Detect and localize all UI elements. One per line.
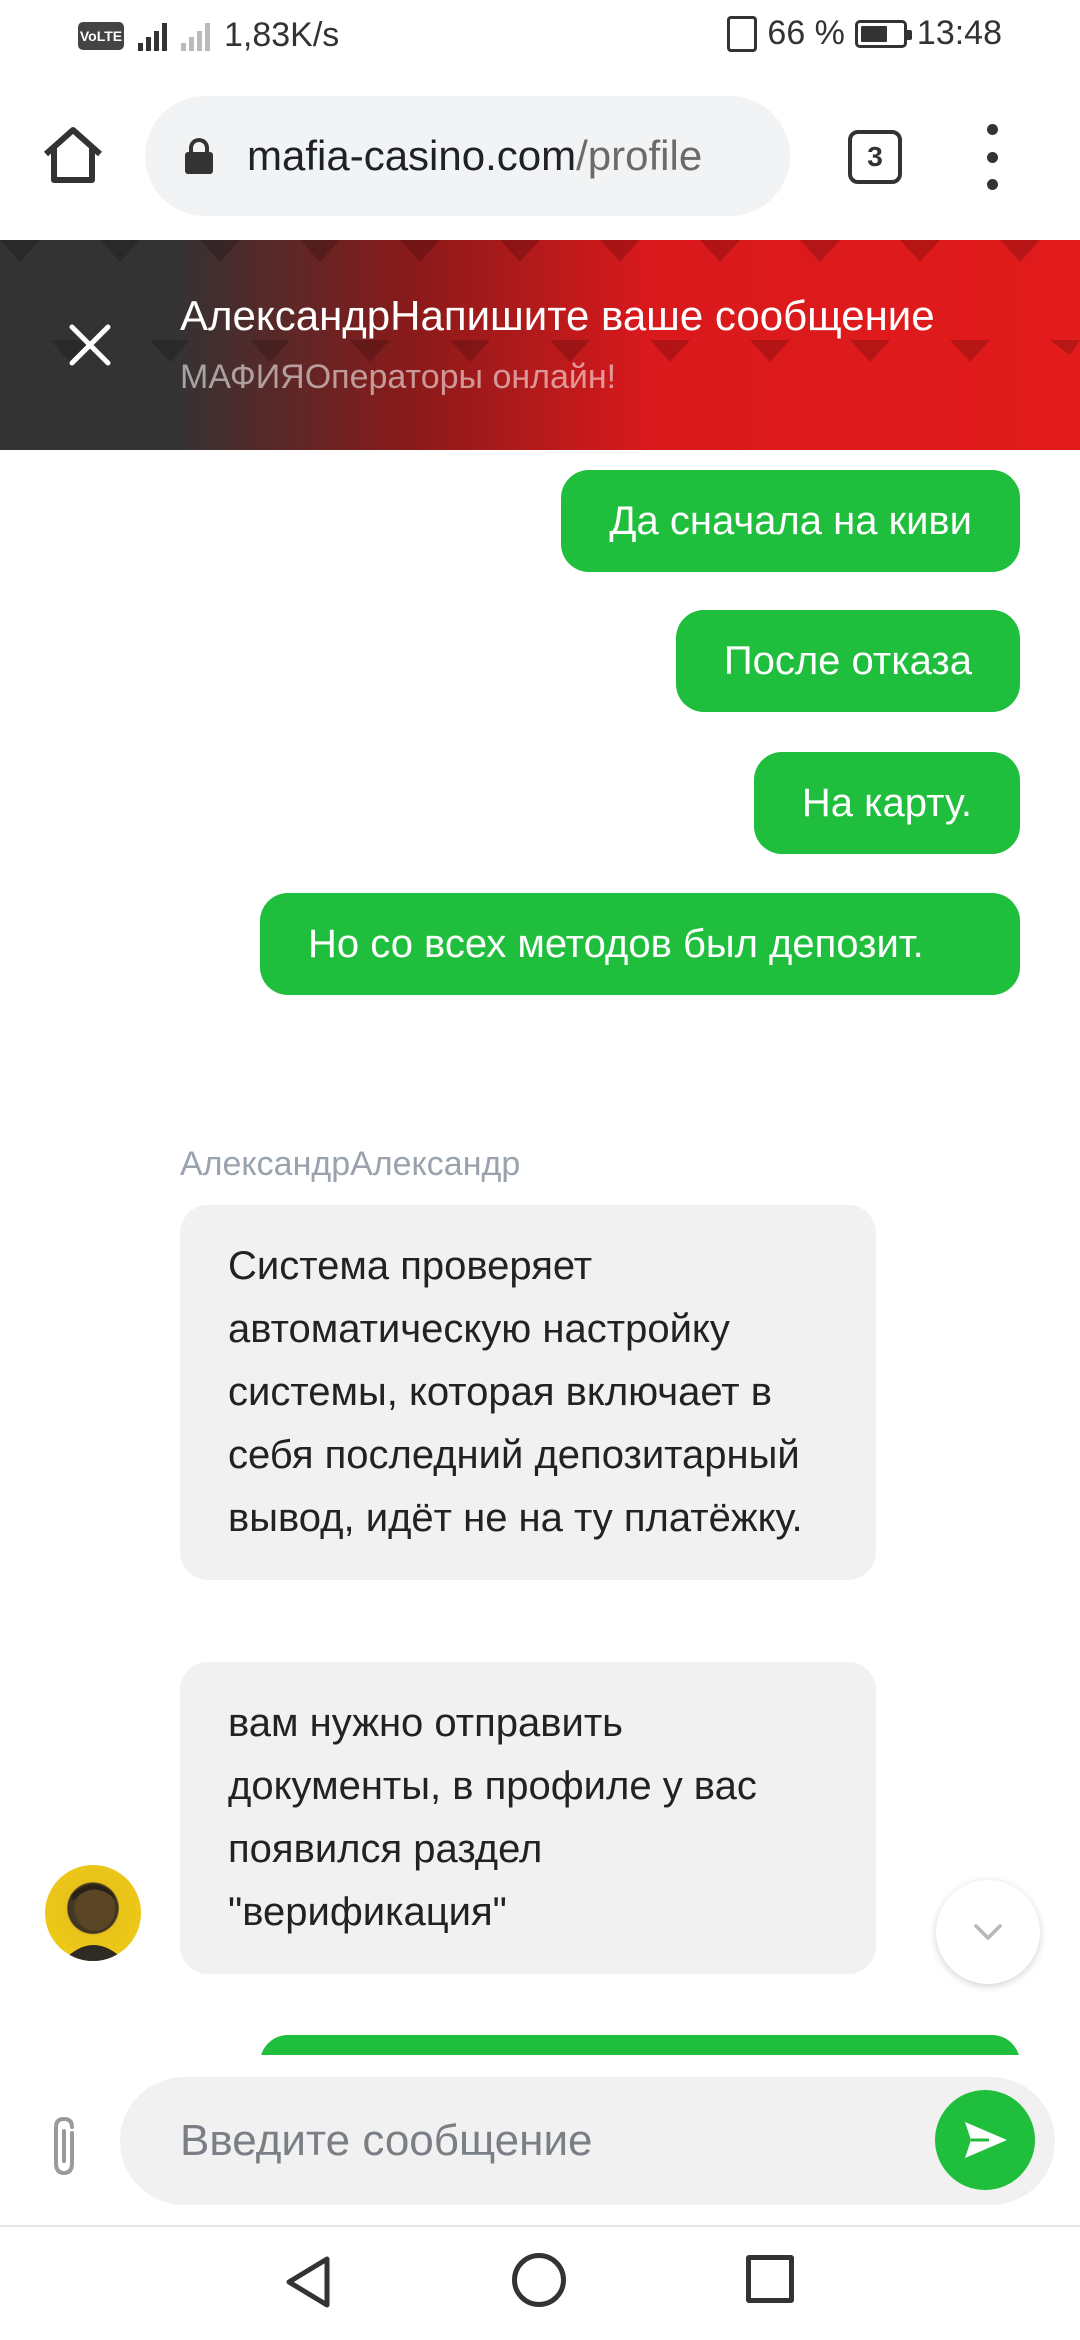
signal-strength-icon [138, 21, 167, 51]
status-right: 66 % 13:48 [727, 14, 1002, 53]
scroll-down-button[interactable] [936, 1880, 1040, 1984]
header-pattern [0, 240, 1080, 362]
tab-switcher-button[interactable]: 3 [848, 130, 902, 184]
close-icon[interactable] [60, 315, 120, 375]
url-text[interactable]: mafia-casino.com/profile [247, 132, 702, 180]
network-speed: 1,83K/s [224, 16, 340, 54]
message-input[interactable] [180, 2077, 940, 2205]
circle-home-icon[interactable] [512, 2253, 566, 2307]
address-bar[interactable]: mafia-casino.com/profile [145, 96, 790, 216]
outgoing-message-partial [260, 2035, 1020, 2055]
lock-icon [185, 138, 213, 174]
browser-toolbar: mafia-casino.com/profile 3 [0, 72, 1080, 240]
url-path: /profile [576, 132, 703, 179]
square-recent-icon[interactable] [746, 2255, 794, 2303]
chat-subtitle: МАФИЯОператоры онлайн! [180, 358, 617, 396]
system-nav-bar [0, 2227, 1080, 2340]
more-vert-icon[interactable] [982, 124, 1002, 190]
status-bar: VoLTE 1,83K/s 66 % 13:48 [0, 0, 1080, 72]
paperclip-icon[interactable] [38, 2113, 90, 2183]
vibrate-icon [727, 15, 758, 52]
outgoing-message: Но со всех методов был депозит. [260, 893, 1020, 995]
battery-level [860, 25, 888, 42]
chat-title: АлександрНапишите ваше сообщение [180, 292, 935, 339]
avatar [45, 1865, 141, 1961]
signal-strength-secondary-icon [181, 21, 210, 51]
home-icon[interactable] [40, 122, 106, 188]
battery-percent: 66 % [767, 14, 845, 52]
clock: 13:48 [916, 14, 1002, 52]
outgoing-message: На карту. [753, 752, 1020, 854]
outgoing-message: После отказа [675, 610, 1020, 712]
battery-icon [854, 19, 912, 48]
chat-header: АлександрНапишите ваше сообщение МАФИЯОп… [0, 240, 1080, 450]
composer [0, 2055, 1080, 2225]
chevron-down-icon [974, 1924, 1002, 1940]
sender-name: АлександрАлександр [180, 1145, 521, 1183]
send-icon [965, 2122, 1007, 2158]
incoming-message: Система проверяет автоматическую настрой… [180, 1205, 876, 1580]
message-input-container [120, 2077, 1055, 2205]
status-left: VoLTE 1,83K/s [78, 16, 339, 55]
volte-icon: VoLTE [78, 21, 124, 50]
incoming-message: вам нужно отправить документы, в профиле… [180, 1662, 876, 1974]
message-list[interactable]: Да сначала на киви После отказа На карту… [0, 450, 1080, 2055]
triangle-back-icon[interactable] [283, 2255, 333, 2314]
send-button[interactable] [935, 2090, 1035, 2190]
outgoing-message: Да сначала на киви [561, 470, 1020, 572]
url-domain: mafia-casino.com [247, 132, 577, 179]
